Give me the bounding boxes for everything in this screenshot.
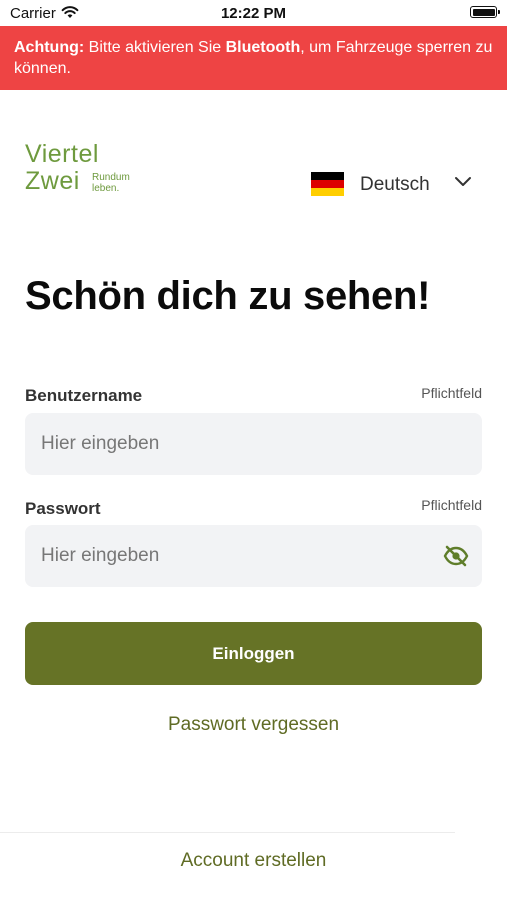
username-input[interactable] xyxy=(25,413,482,475)
german-flag-icon xyxy=(311,172,344,196)
login-button[interactable]: Einloggen xyxy=(25,622,482,685)
page-title: Schön dich zu sehen! xyxy=(25,274,431,318)
username-label: Benutzername xyxy=(25,386,143,405)
password-label: Passwort xyxy=(25,499,101,518)
forgot-password-link[interactable]: Passwort vergessen xyxy=(0,714,507,736)
logo-line-1: Viertel xyxy=(25,140,99,168)
logo-line-2: Zwei xyxy=(25,167,80,195)
chevron-down-icon xyxy=(455,177,471,186)
bluetooth-warning-banner: Achtung: Bitte aktivieren Sie Bluetooth,… xyxy=(0,26,507,90)
language-selector[interactable]: Deutsch xyxy=(311,170,481,200)
flag-stripe-gold xyxy=(311,188,344,196)
footer-divider xyxy=(0,832,455,833)
flag-stripe-red xyxy=(311,180,344,188)
logo-tagline-2: leben. xyxy=(92,183,120,194)
status-bar: Carrier 12:22 PM xyxy=(0,0,507,26)
viertelzwei-logo: Viertel Zwei Rundum leben. xyxy=(25,140,130,195)
banner-highlight: Bluetooth xyxy=(225,39,301,56)
status-time: 12:22 PM xyxy=(220,5,287,22)
banner-text-1: Bitte aktivieren Sie xyxy=(84,39,226,56)
password-input[interactable] xyxy=(25,525,482,587)
flag-stripe-black xyxy=(311,172,344,180)
logo-tagline: Rundum leben. xyxy=(92,172,130,194)
battery-icon xyxy=(470,6,500,18)
hide-password-icon[interactable] xyxy=(443,545,469,567)
create-account-link[interactable]: Account erstellen xyxy=(0,850,507,872)
language-label: Deutsch xyxy=(360,174,430,195)
password-required-label: Pflichtfeld xyxy=(421,497,482,513)
banner-prefix: Achtung: xyxy=(14,39,85,56)
username-required-label: Pflichtfeld xyxy=(421,385,482,401)
logo-tagline-1: Rundum xyxy=(92,172,130,183)
